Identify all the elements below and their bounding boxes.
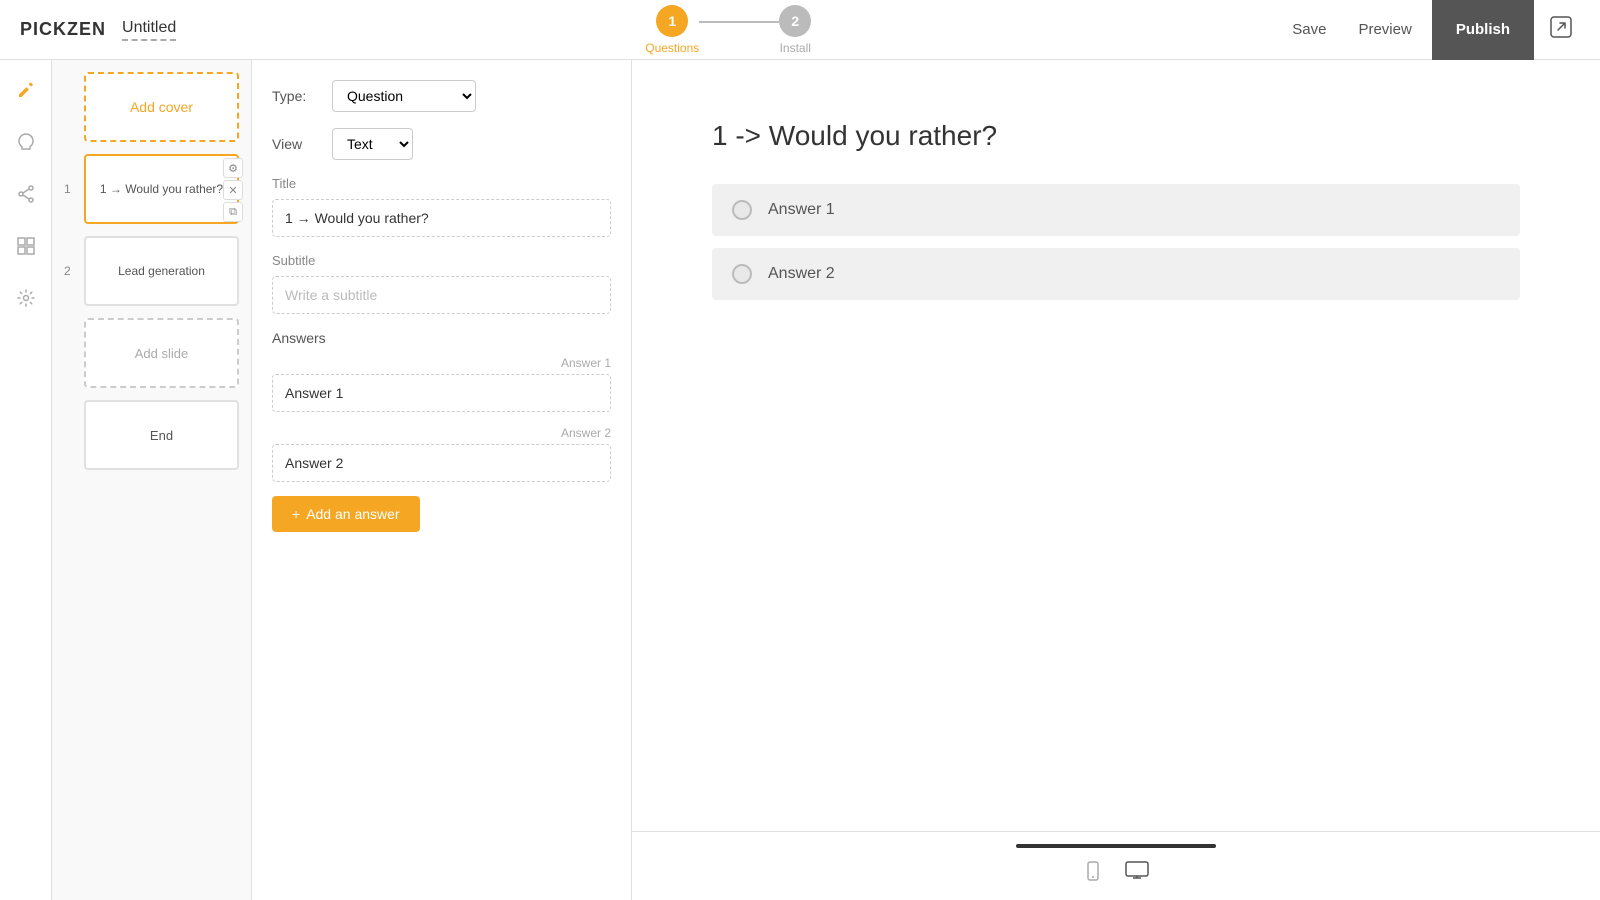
step-line bbox=[699, 21, 779, 23]
slide-1-delete-btn[interactable]: ✕ bbox=[223, 180, 243, 200]
preview-radio1 bbox=[732, 200, 752, 220]
answer1-num: Answer 1 bbox=[272, 356, 611, 370]
slide-1-number: 1 bbox=[64, 182, 78, 196]
type-select[interactable]: Question Lead generation End bbox=[332, 80, 476, 112]
add-answer-icon: + bbox=[292, 506, 300, 522]
step2-circle: 2 bbox=[779, 5, 811, 37]
preview-bottom bbox=[632, 831, 1600, 900]
type-row: Type: Question Lead generation End bbox=[272, 80, 611, 112]
slide-item-1: 1 1 → Would you rather? ⚙ ✕ ⧉ bbox=[64, 154, 239, 224]
slide-item-end: End bbox=[64, 400, 239, 470]
device-toggle bbox=[1082, 860, 1150, 888]
answer2-input[interactable] bbox=[272, 444, 611, 482]
save-button[interactable]: Save bbox=[1280, 13, 1338, 46]
theme-icon-btn[interactable] bbox=[8, 124, 44, 160]
slides-panel: Add cover 1 1 → Would you rather? ⚙ ✕ ⧉ … bbox=[52, 60, 252, 900]
add-cover-card[interactable]: Add cover bbox=[84, 72, 239, 142]
preview-answer1-text: Answer 1 bbox=[768, 201, 835, 219]
preview-answer2[interactable]: Answer 2 bbox=[712, 248, 1520, 300]
main-area: Add cover 1 1 → Would you rather? ⚙ ✕ ⧉ … bbox=[0, 60, 1600, 900]
title-input[interactable] bbox=[272, 199, 611, 237]
end-slide-label: End bbox=[150, 428, 173, 443]
answer2-block: Answer 2 bbox=[272, 426, 611, 482]
preview-content: 1 -> Would you rather? Answer 1 Answer 2 bbox=[632, 60, 1600, 831]
icon-sidebar bbox=[0, 60, 52, 900]
preview-button[interactable]: Preview bbox=[1346, 13, 1423, 46]
stepper-container: 1 Questions 2 Install bbox=[176, 5, 1280, 55]
slide-2-number: 2 bbox=[64, 264, 78, 278]
view-select[interactable]: Text Image Cards bbox=[332, 128, 413, 160]
title-section: Title bbox=[272, 176, 611, 237]
subtitle-input[interactable] bbox=[272, 276, 611, 314]
add-slide-label: Add slide bbox=[135, 346, 188, 361]
edit-icon-btn[interactable] bbox=[8, 72, 44, 108]
preview-answer2-text: Answer 2 bbox=[768, 265, 835, 283]
share-icon-btn[interactable] bbox=[8, 176, 44, 212]
mobile-icon[interactable] bbox=[1082, 860, 1104, 888]
publish-button[interactable]: Publish bbox=[1432, 0, 1534, 60]
preview-answer1[interactable]: Answer 1 bbox=[712, 184, 1520, 236]
step1-circle: 1 bbox=[656, 5, 688, 37]
slide-1-actions: ⚙ ✕ ⧉ bbox=[223, 158, 243, 222]
slide-2-card[interactable]: Lead generation bbox=[84, 236, 239, 306]
topbar-actions: Save Preview Publish bbox=[1280, 0, 1580, 60]
answers-label: Answers bbox=[272, 330, 611, 346]
subtitle-section-label: Subtitle bbox=[272, 253, 611, 268]
view-label: View bbox=[272, 136, 322, 152]
add-answer-button[interactable]: + Add an answer bbox=[272, 496, 420, 532]
slide-1-label: 1 → Would you rather? bbox=[100, 182, 223, 196]
answers-section: Answers Answer 1 Answer 2 + Add an answe… bbox=[272, 330, 611, 532]
document-title[interactable]: Untitled bbox=[122, 19, 176, 41]
preview-progress-bar bbox=[1016, 844, 1216, 848]
step1-label: Questions bbox=[645, 41, 699, 55]
slide-1-card[interactable]: 1 → Would you rather? bbox=[84, 154, 239, 224]
view-row: View Text Image Cards bbox=[272, 128, 611, 160]
settings-icon-btn[interactable] bbox=[8, 280, 44, 316]
slide-1-settings-btn[interactable]: ⚙ bbox=[223, 158, 243, 178]
answer2-num: Answer 2 bbox=[272, 426, 611, 440]
slide-item-add: Add slide bbox=[64, 318, 239, 388]
step-install[interactable]: 2 Install bbox=[779, 5, 811, 55]
add-answer-label: Add an answer bbox=[306, 506, 399, 522]
end-slide-card[interactable]: End bbox=[84, 400, 239, 470]
subtitle-section: Subtitle bbox=[272, 253, 611, 314]
topbar: PICKZEN Untitled 1 Questions 2 Install S… bbox=[0, 0, 1600, 60]
brand: PICKZEN bbox=[20, 19, 106, 40]
answer1-block: Answer 1 bbox=[272, 356, 611, 412]
slide-2-label: Lead generation bbox=[118, 264, 205, 278]
desktop-icon[interactable] bbox=[1124, 860, 1150, 888]
title-section-label: Title bbox=[272, 176, 611, 191]
preview-question-title: 1 -> Would you rather? bbox=[712, 120, 1520, 152]
slide-item-cover: Add cover bbox=[64, 72, 239, 142]
step2-label: Install bbox=[780, 41, 811, 55]
grid-icon-btn[interactable] bbox=[8, 228, 44, 264]
preview-radio2 bbox=[732, 264, 752, 284]
slide-1-copy-btn[interactable]: ⧉ bbox=[223, 202, 243, 222]
add-cover-label: Add cover bbox=[130, 99, 193, 115]
export-button[interactable] bbox=[1542, 8, 1580, 52]
preview-panel: 1 -> Would you rather? Answer 1 Answer 2 bbox=[632, 60, 1600, 900]
add-slide-card[interactable]: Add slide bbox=[84, 318, 239, 388]
step-questions[interactable]: 1 Questions bbox=[645, 5, 699, 55]
edit-panel: Type: Question Lead generation End View … bbox=[252, 60, 632, 900]
type-label: Type: bbox=[272, 88, 322, 104]
stepper: 1 Questions 2 Install bbox=[645, 5, 811, 55]
answer1-input[interactable] bbox=[272, 374, 611, 412]
slide-item-2: 2 Lead generation bbox=[64, 236, 239, 306]
